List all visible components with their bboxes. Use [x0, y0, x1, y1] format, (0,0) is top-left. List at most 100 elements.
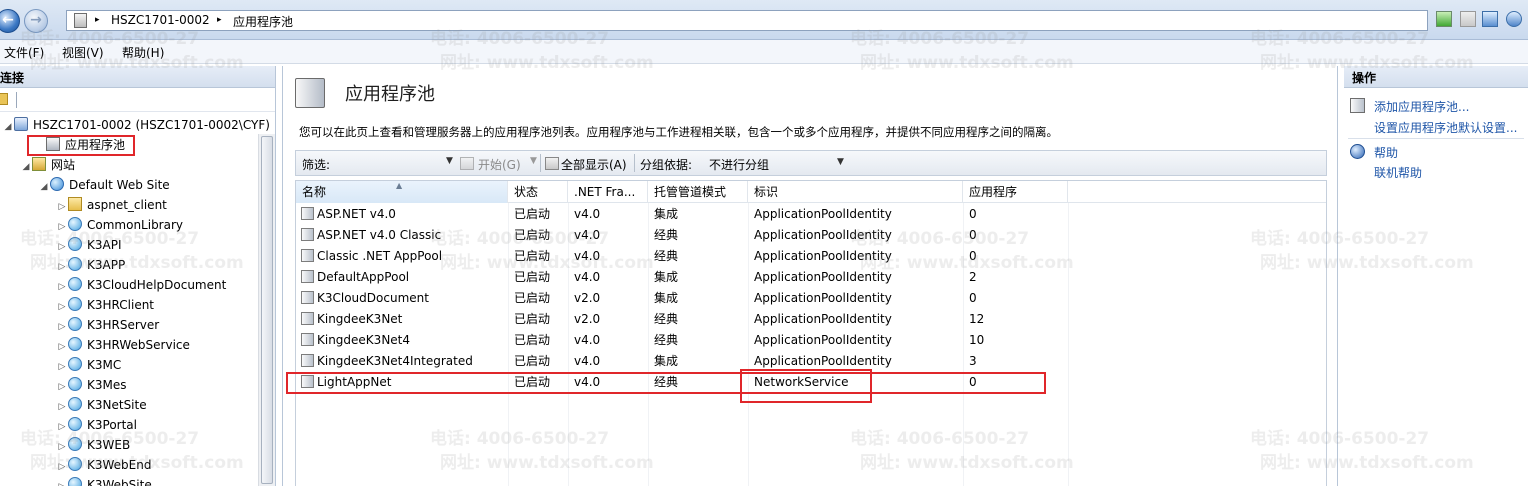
- table-row[interactable]: ASP.NET v4.0 Classic 已启动 v4.0 经典 Application…: [296, 225, 1326, 246]
- tree-item-label: K3HRServer: [87, 318, 160, 332]
- cell-name: ASP.NET v4.0 Classic: [296, 225, 441, 246]
- refresh-icon[interactable]: [1436, 11, 1452, 27]
- online-help-link[interactable]: 联机帮助: [1374, 164, 1422, 181]
- tree-item[interactable]: ▷ CommonLibrary: [56, 216, 183, 236]
- cell-status: 已启动: [514, 270, 551, 284]
- chevron-down-icon[interactable]: ▼: [530, 156, 537, 166]
- help-icon: [1350, 144, 1365, 159]
- tree-expander-icon[interactable]: ▷: [56, 358, 68, 376]
- tree-item[interactable]: ▷ K3HRServer: [56, 316, 159, 336]
- tree-item[interactable]: ▷ K3MC: [56, 356, 121, 376]
- table-row[interactable]: KingdeeK3Net 已启动 v2.0 经典 ApplicationPoolIden…: [296, 309, 1326, 330]
- help-link[interactable]: 帮助: [1374, 144, 1398, 161]
- folder-icon[interactable]: [0, 93, 8, 105]
- column-header-status[interactable]: 状态: [508, 181, 568, 203]
- menu-view[interactable]: 视图(V): [62, 44, 104, 61]
- cell-name: DefaultAppPool: [296, 267, 409, 288]
- add-app-pool-link[interactable]: 添加应用程序池...: [1374, 98, 1469, 115]
- tree-item-label: 网站: [51, 158, 76, 172]
- tree-item[interactable]: ▷ K3WEB: [56, 436, 130, 456]
- tree-expander-icon[interactable]: ▷: [56, 258, 68, 276]
- tree-item-label: K3Portal: [87, 418, 137, 432]
- column-header-identity[interactable]: 标识: [748, 181, 963, 203]
- tree-item[interactable]: 应用程序池: [34, 136, 125, 156]
- tree-item[interactable]: ▷ K3Mes: [56, 376, 127, 396]
- show-all-button[interactable]: 全部显示(A): [561, 156, 627, 173]
- cell-applications: 0: [969, 291, 977, 305]
- tree-item[interactable]: ◢ HSZC1701-0002 (HSZC1701-0002\CYF): [2, 116, 270, 136]
- menu-help[interactable]: 帮助(H): [122, 44, 164, 61]
- breadcrumb-server[interactable]: HSZC1701-0002: [111, 13, 210, 27]
- column-header-dotnet[interactable]: .NET Fra...: [568, 181, 648, 203]
- cell-identity: ApplicationPoolIdentity: [754, 228, 892, 242]
- cell-applications: 0: [969, 375, 977, 389]
- web-app-icon: [68, 437, 82, 451]
- cell-dotnet: v4.0: [574, 249, 601, 263]
- cell-name: Classic .NET AppPool: [296, 246, 442, 267]
- tree-item-label: K3CloudHelpDocument: [87, 278, 227, 292]
- filter-input[interactable]: [336, 154, 454, 172]
- forward-button[interactable]: →: [24, 9, 48, 33]
- cell-identity: ApplicationPoolIdentity: [754, 312, 892, 326]
- app-pool-icon: [301, 291, 314, 304]
- tree-expander-icon[interactable]: ▷: [56, 478, 68, 486]
- cell-name: K3CloudDocument: [296, 288, 429, 309]
- table-row[interactable]: LightAppNet 已启动 v4.0 经典 NetworkService 0: [296, 372, 1326, 393]
- tree-item[interactable]: ▷ K3CloudHelpDocument: [56, 276, 226, 296]
- tree-scrollbar[interactable]: [258, 134, 275, 486]
- column-header-pipeline[interactable]: 托管管道模式: [648, 181, 748, 203]
- tree-item[interactable]: ◢ Default Web Site: [38, 176, 170, 196]
- tree-expander-icon[interactable]: ▷: [56, 238, 68, 256]
- tree-item[interactable]: ▷ K3Portal: [56, 416, 137, 436]
- tree-expander-icon[interactable]: ▷: [56, 418, 68, 436]
- tree-expander-icon[interactable]: ▷: [56, 318, 68, 336]
- column-header-applications[interactable]: 应用程序: [963, 181, 1068, 203]
- tree-item[interactable]: ▷ aspnet_client: [56, 196, 167, 216]
- address-field[interactable]: ▸ HSZC1701-0002 ▸ 应用程序池: [66, 10, 1428, 31]
- tree-item[interactable]: ▷ K3API: [56, 236, 122, 256]
- tree-expander-icon[interactable]: ▷: [56, 438, 68, 456]
- home-icon[interactable]: [1482, 11, 1498, 27]
- tree-expander-icon[interactable]: ▷: [56, 338, 68, 356]
- tree-expander-icon[interactable]: ▷: [56, 218, 68, 236]
- table-row[interactable]: DefaultAppPool 已启动 v4.0 集成 ApplicationPoolId…: [296, 267, 1326, 288]
- back-button[interactable]: ←: [0, 9, 20, 33]
- tree-item[interactable]: ▷ K3WebSite: [56, 476, 152, 486]
- breadcrumb-app-pools[interactable]: 应用程序池: [233, 13, 293, 30]
- filter-bar: 筛选: ▼ 开始(G) ▼ 全部显示(A) 分组依据: 不进行分组 ▼: [295, 150, 1327, 176]
- table-row[interactable]: ASP.NET v4.0 已启动 v4.0 集成 ApplicationPoolIden…: [296, 204, 1326, 225]
- scrollbar-thumb[interactable]: [261, 136, 273, 484]
- set-defaults-link[interactable]: 设置应用程序池默认设置...: [1374, 119, 1517, 136]
- table-row[interactable]: KingdeeK3Net4 已启动 v4.0 经典 ApplicationPoolIde…: [296, 330, 1326, 351]
- group-by-select[interactable]: 不进行分组 ▼: [709, 155, 849, 173]
- table-row[interactable]: Classic .NET AppPool 已启动 v4.0 经典 Application…: [296, 246, 1326, 267]
- menu-file[interactable]: 文件(F): [4, 44, 44, 61]
- tree-item[interactable]: ▷ K3HRWebService: [56, 336, 190, 356]
- cell-status: 已启动: [514, 333, 551, 347]
- stop-icon[interactable]: [1460, 11, 1476, 27]
- tree-item[interactable]: ▷ K3HRClient: [56, 296, 154, 316]
- app-pools-table: 名称 ▲ 状态 .NET Fra... 托管管道模式 标识 应用程序 ASP.N…: [295, 180, 1327, 486]
- tree-expander-icon[interactable]: ▷: [56, 278, 68, 296]
- chevron-down-icon[interactable]: ▼: [446, 156, 453, 166]
- tree-expander-icon[interactable]: ▷: [56, 458, 68, 476]
- tree-expander-icon[interactable]: ▷: [56, 378, 68, 396]
- tree-expander-icon[interactable]: ◢: [2, 118, 14, 136]
- tree-expander-icon[interactable]: ▷: [56, 298, 68, 316]
- cell-name: LightAppNet: [296, 372, 391, 393]
- tree-item[interactable]: ▷ K3WebEnd: [56, 456, 151, 476]
- actions-title: 操作: [1344, 66, 1528, 88]
- tree-item[interactable]: ▷ K3APP: [56, 256, 125, 276]
- table-row[interactable]: K3CloudDocument 已启动 v2.0 集成 ApplicationPoolI…: [296, 288, 1326, 309]
- tree-expander-icon[interactable]: ▷: [56, 398, 68, 416]
- column-header-name[interactable]: 名称 ▲: [296, 181, 508, 203]
- cell-identity: NetworkService: [754, 375, 849, 389]
- tree-expander-icon[interactable]: ◢: [38, 178, 50, 196]
- help-icon[interactable]: [1506, 11, 1522, 27]
- table-row[interactable]: KingdeeK3Net4Integrated 已启动 v4.0 集成 Applicat…: [296, 351, 1326, 372]
- start-filter-button[interactable]: 开始(G): [478, 156, 521, 173]
- tree-item[interactable]: ◢ 网站: [20, 156, 75, 176]
- tree-expander-icon[interactable]: ◢: [20, 158, 32, 176]
- tree-expander-icon[interactable]: ▷: [56, 198, 68, 216]
- tree-item[interactable]: ▷ K3NetSite: [56, 396, 147, 416]
